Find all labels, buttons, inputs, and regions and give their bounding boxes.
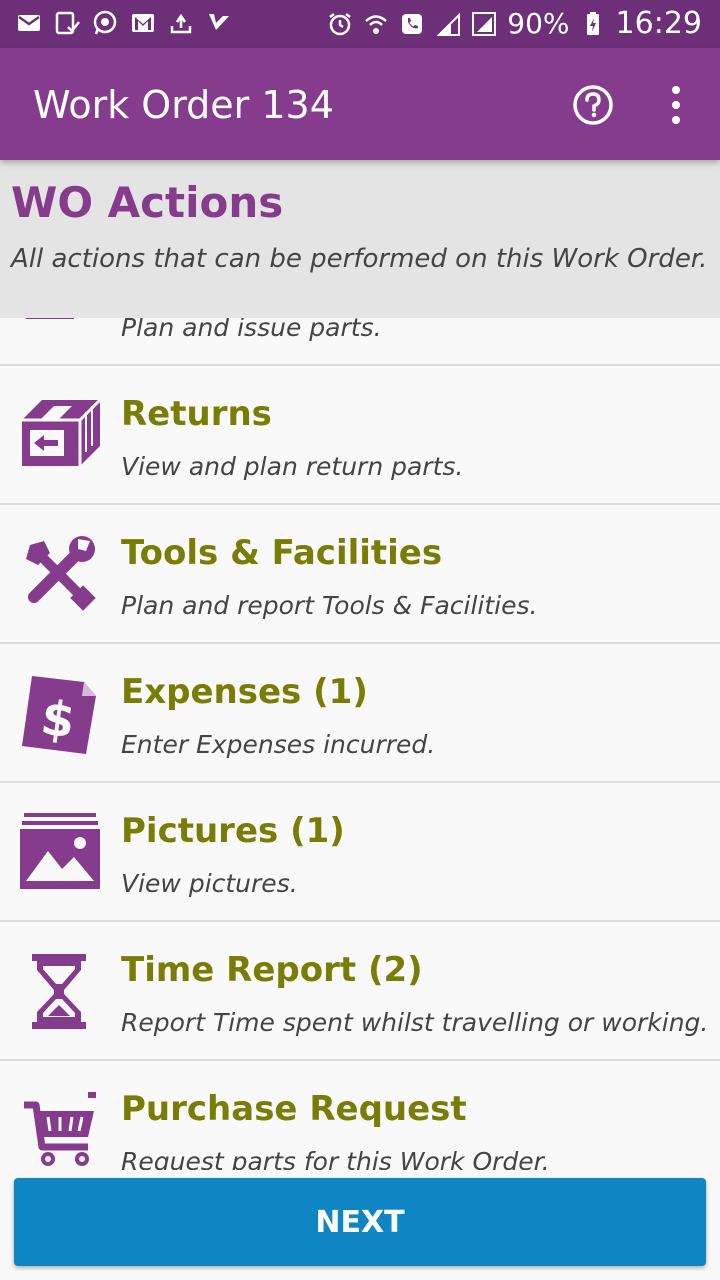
battery-charging-icon xyxy=(586,11,599,35)
expenses-icon: $ xyxy=(22,676,96,754)
section-title: WO Actions xyxy=(11,178,284,227)
battery-percent: 90% xyxy=(507,7,570,40)
tools-icon xyxy=(26,536,96,611)
action-tools-facilities[interactable]: Tools & Facilities Plan and report Tools… xyxy=(0,505,720,644)
action-description: View pictures. xyxy=(121,869,298,898)
mail-icon xyxy=(18,15,40,31)
action-description: Report Time spent whilst travelling or w… xyxy=(121,1008,709,1037)
action-parts[interactable]: Plan and issue parts. xyxy=(0,318,720,366)
wifi-call-icon xyxy=(365,14,388,34)
action-description: Plan and report Tools & Facilities. xyxy=(121,591,538,620)
action-description: View and plan return parts. xyxy=(121,452,464,481)
phone-icon xyxy=(402,13,423,34)
action-description: Plan and issue parts. xyxy=(121,318,382,342)
action-title: Pictures (1) xyxy=(121,811,345,851)
check-icon xyxy=(209,14,229,30)
app-bar: Work Order 134 xyxy=(0,48,720,160)
action-expenses[interactable]: $ Expenses (1) Enter Expenses incurred. xyxy=(0,644,720,783)
pictures-icon xyxy=(20,813,100,889)
actions-list[interactable]: Plan and issue parts. Returns View and p… xyxy=(0,318,720,1170)
clock: 16:29 xyxy=(615,6,702,41)
section-header: WO Actions All actions that can be perfo… xyxy=(0,160,720,318)
voicemail-icon xyxy=(55,11,80,35)
action-title: Returns xyxy=(121,394,272,434)
action-description: Enter Expenses incurred. xyxy=(121,730,436,759)
section-subtitle: All actions that can be performed on thi… xyxy=(11,244,708,274)
status-bar: 90% 16:29 xyxy=(0,0,720,48)
sync-icon xyxy=(170,13,192,34)
more-vert-icon[interactable] xyxy=(660,84,692,126)
action-purchase-request[interactable]: Purchase Request Request parts for this … xyxy=(0,1061,720,1170)
action-title: Expenses (1) xyxy=(121,672,368,712)
returns-box-icon xyxy=(22,398,100,466)
shopping-cart-icon xyxy=(24,1092,96,1166)
status-right: 90% 16:29 xyxy=(327,6,702,41)
signal-icon xyxy=(436,12,461,36)
next-button[interactable]: NEXT xyxy=(14,1178,706,1266)
action-title: Tools & Facilities xyxy=(121,533,443,573)
action-title: Time Report (2) xyxy=(121,950,423,990)
action-time-report[interactable]: Time Report (2) Report Time spent whilst… xyxy=(0,922,720,1061)
signal-2-icon xyxy=(472,11,497,36)
whatsapp-icon xyxy=(93,10,117,35)
help-icon[interactable] xyxy=(572,84,614,126)
page-title: Work Order 134 xyxy=(33,83,334,127)
action-title: Purchase Request xyxy=(121,1089,467,1129)
parts-icon xyxy=(26,318,74,319)
notification-icons xyxy=(16,10,232,36)
alarm-icon xyxy=(329,12,352,35)
action-description: Request parts for this Work Order. xyxy=(121,1147,550,1170)
bottom-bar: NEXT xyxy=(0,1170,720,1280)
hourglass-icon xyxy=(32,954,86,1029)
gmail-icon xyxy=(132,14,154,32)
action-returns[interactable]: Returns View and plan return parts. xyxy=(0,366,720,505)
action-pictures[interactable]: Pictures (1) View pictures. xyxy=(0,783,720,922)
